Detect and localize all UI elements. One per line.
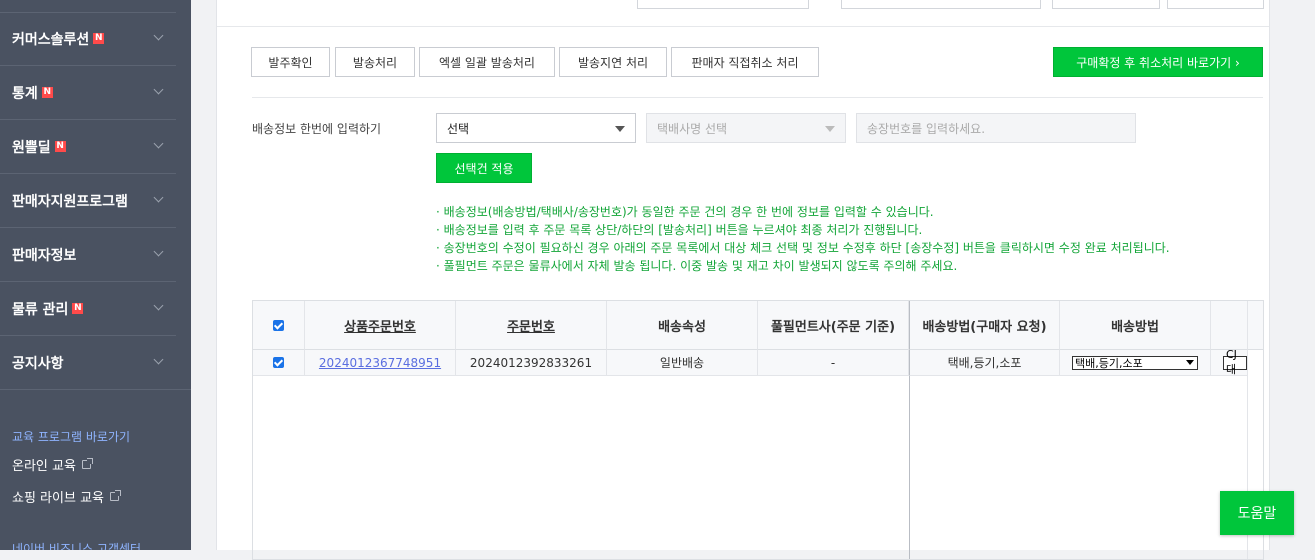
- header-delivery-method: 배송방법: [1060, 301, 1211, 350]
- notice-line: · 배송정보(배송방법/택배사/송장번호)가 동일한 주문 건의 경우 한 번에…: [436, 205, 934, 219]
- caret-down-icon: [1186, 359, 1194, 365]
- chevron-down-icon: [153, 192, 164, 203]
- delivery-attr-cell: 일반배송: [607, 350, 758, 376]
- new-badge: N: [93, 33, 105, 44]
- new-badge: N: [72, 303, 84, 314]
- column-divider: [909, 376, 910, 559]
- row-select-cell[interactable]: [253, 350, 305, 376]
- row-courier-value: CJ대: [1226, 350, 1237, 376]
- caret-down-icon: [615, 126, 625, 132]
- sidebar-item-label: 원쁠딜: [12, 139, 51, 156]
- chevron-down-icon: [153, 138, 164, 149]
- header-fulfillment: 풀필먼트사(주문 기준): [758, 301, 909, 350]
- new-badge: N: [54, 141, 66, 152]
- courier-placeholder: 택배사명 선택: [657, 121, 728, 136]
- top-control[interactable]: [1052, 0, 1160, 9]
- chevron-down-icon: [153, 84, 164, 95]
- header-delivery-attr: 배송속성: [607, 301, 758, 350]
- requested-method-cell: 택배,등기,소포: [909, 350, 1060, 376]
- fulfillment-cell: -: [758, 350, 909, 376]
- delivery-method-value: 선택: [447, 121, 470, 136]
- chevron-down-icon: [153, 300, 164, 311]
- tracking-placeholder: 송장번호를 입력하세요.: [867, 121, 986, 136]
- header-product-order-no[interactable]: 상품주문번호: [305, 301, 456, 350]
- header-order-no[interactable]: 주문번호: [456, 301, 607, 350]
- chevron-down-icon: [153, 246, 164, 257]
- top-control[interactable]: [841, 0, 1041, 9]
- live-education-label: 쇼핑 라이브 교육: [12, 491, 104, 506]
- sidebar-item-seller-support[interactable]: 판매자지원프로그램: [0, 174, 176, 228]
- help-button[interactable]: 도움말: [1220, 491, 1294, 535]
- main-panel: 발주확인 발송처리 엑셀 일괄 발송처리 발송지연 처리 판매자 직접취소 처리…: [216, 0, 1270, 560]
- excel-bulk-ship-button[interactable]: 엑셀 일괄 발송처리: [419, 47, 555, 77]
- header-requested-method: 배송방법(구매자 요청): [909, 301, 1060, 350]
- header-courier: [1211, 301, 1248, 350]
- sidebar-item-label: 공지사항: [12, 355, 64, 372]
- external-link-icon: [110, 490, 121, 501]
- customer-center-link[interactable]: 네이버 비즈니스 고객센터: [12, 540, 141, 550]
- sidebar-item-label: 물류 관리: [12, 301, 69, 318]
- header-label: 풀필먼트사(주문 기준): [770, 319, 896, 335]
- bulk-input-label: 배송정보 한번에 입력하기: [252, 122, 382, 136]
- row-checkbox[interactable]: [273, 357, 284, 368]
- delivery-method-select[interactable]: 선택: [436, 113, 636, 143]
- product-order-no-link[interactable]: 2024012367748951: [319, 356, 441, 370]
- notice-line: · 풀필먼트 주문은 물류사에서 자체 발송 됩니다. 이중 발송 및 재고 차…: [436, 259, 958, 273]
- courier-cell[interactable]: CJ대: [1211, 350, 1248, 376]
- sidebar-item-label: 판매자지원프로그램: [12, 193, 128, 210]
- divider: [217, 26, 1269, 27]
- divider: [252, 97, 1263, 98]
- live-education-link[interactable]: 쇼핑 라이브 교육: [12, 487, 121, 506]
- header-label: 배송방법: [1111, 319, 1159, 335]
- caret-down-icon: [825, 126, 835, 132]
- sidebar-item-seller-info[interactable]: 판매자정보: [0, 228, 176, 282]
- sidebar-item-label: 통계: [12, 85, 38, 102]
- row-courier-select[interactable]: CJ대: [1223, 350, 1247, 375]
- online-education-label: 온라인 교육: [12, 459, 76, 474]
- row-delivery-method-select[interactable]: 택배,등기,소포: [1072, 355, 1198, 370]
- order-table: 상품주문번호 주문번호 배송속성 풀필먼트사(주문 기준) 배송방법(구매자 요…: [252, 300, 1264, 560]
- sidebar: 커머스솔루션 N 통계 N 원쁠딜 N 판매자지원프로그램 판매자정보 물류 관…: [0, 0, 191, 550]
- online-education-link[interactable]: 온라인 교육: [12, 455, 93, 474]
- courier-select[interactable]: 택배사명 선택: [646, 113, 846, 143]
- header-label: 배송속성: [658, 319, 706, 335]
- select-all-header[interactable]: [253, 301, 305, 350]
- apply-selected-button[interactable]: 선택건 적용: [436, 153, 532, 183]
- header-label: 주문번호: [507, 319, 555, 335]
- sidebar-item-onepluss-deal[interactable]: 원쁠딜 N: [0, 120, 176, 174]
- sidebar-item-statistics[interactable]: 통계 N: [0, 66, 176, 120]
- notice-line: · 배송정보를 입력 후 주문 목록 상단/하단의 [발송처리] 버튼을 누르셔…: [436, 223, 923, 237]
- sidebar-item-label: 커머스솔루션: [12, 31, 90, 48]
- notice-list: · 배송정보(배송방법/택배사/송장번호)가 동일한 주문 건의 경우 한 번에…: [436, 203, 1170, 275]
- sidebar-item-notice[interactable]: 공지사항: [0, 336, 176, 390]
- new-badge: N: [41, 87, 53, 98]
- header-label: 상품주문번호: [344, 319, 416, 335]
- external-link-icon: [81, 458, 93, 469]
- order-no-cell: 2024012392833261: [456, 350, 607, 376]
- top-control[interactable]: [637, 0, 809, 9]
- order-confirm-button[interactable]: 발주확인: [251, 47, 330, 77]
- education-heading: 교육 프로그램 바로가기: [12, 430, 131, 444]
- ship-button[interactable]: 발송처리: [335, 47, 415, 77]
- top-control[interactable]: [1167, 0, 1264, 9]
- sidebar-item-logistics[interactable]: 물류 관리 N: [0, 282, 176, 336]
- sidebar-item-commerce-solution[interactable]: 커머스솔루션 N: [0, 12, 176, 66]
- after-confirm-cancel-button[interactable]: 구매확정 후 취소처리 바로가기 ›: [1053, 47, 1263, 77]
- header-scroll-gap: [1248, 301, 1263, 350]
- delivery-method-cell[interactable]: 택배,등기,소포: [1060, 350, 1211, 376]
- ship-delay-button[interactable]: 발송지연 처리: [559, 47, 667, 77]
- sidebar-item-label: 판매자정보: [12, 247, 77, 264]
- row-delivery-method-value: 택배,등기,소포: [1075, 356, 1143, 370]
- chevron-down-icon: [153, 30, 164, 41]
- chevron-down-icon: [153, 354, 164, 365]
- header-label: 배송방법(구매자 요청): [922, 319, 1047, 335]
- select-all-checkbox[interactable]: [273, 319, 284, 331]
- seller-cancel-button[interactable]: 판매자 직접취소 처리: [671, 47, 819, 77]
- notice-line: · 송장번호의 수정이 필요하신 경우 아래의 주문 목록에서 대상 체크 선택…: [436, 241, 1170, 255]
- product-order-no-cell[interactable]: 2024012367748951: [305, 350, 456, 376]
- sidebar-divider: [0, 389, 191, 390]
- tracking-number-input[interactable]: 송장번호를 입력하세요.: [856, 113, 1136, 143]
